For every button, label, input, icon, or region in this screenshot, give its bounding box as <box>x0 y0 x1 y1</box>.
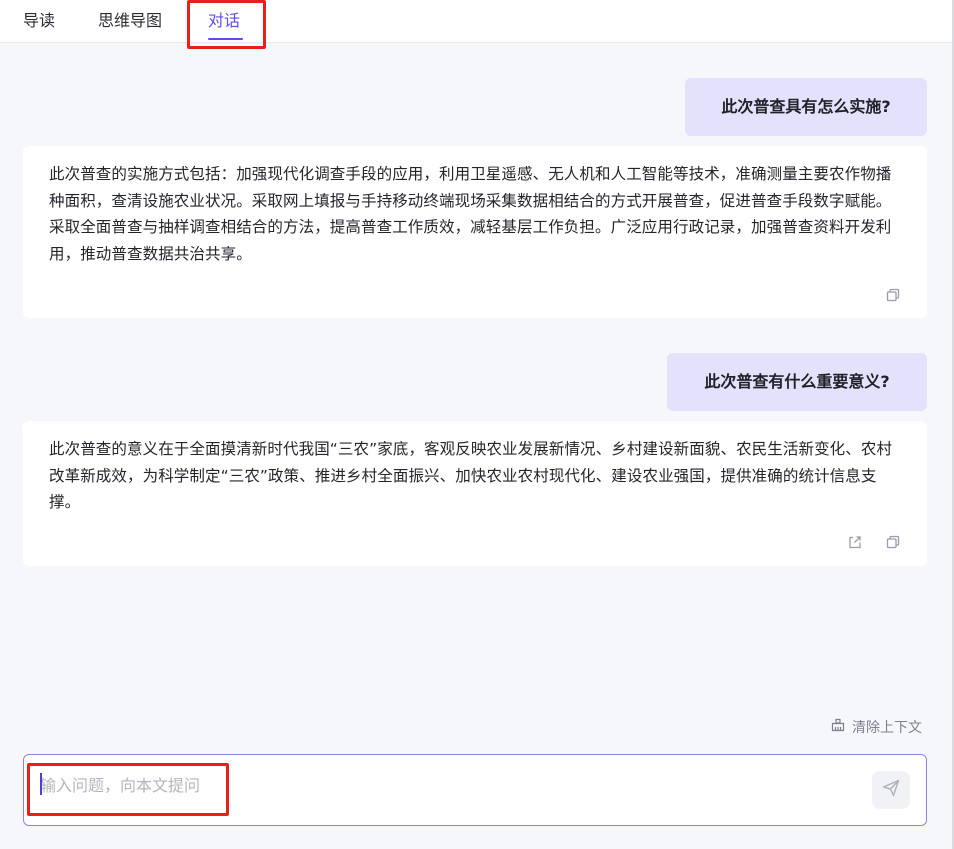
user-question: 此次普查有什么重要意义? <box>667 353 927 411</box>
question-input-box <box>23 754 927 826</box>
user-question: 此次普查具有怎么实施? <box>685 78 927 136</box>
text-caret <box>40 773 42 795</box>
tab-guide[interactable]: 导读 <box>23 0 55 42</box>
active-tab-indicator <box>208 38 243 40</box>
copy-icon[interactable] <box>885 534 901 550</box>
question-text: 此次普查有什么重要意义? <box>704 372 890 391</box>
share-icon[interactable] <box>847 534 863 550</box>
broom-icon <box>830 717 846 737</box>
send-button[interactable] <box>872 771 910 809</box>
answer-text: 此次普查的意义在于全面摸清新时代我国“三农”家底，客观反映农业发展新情况、乡村建… <box>49 440 893 511</box>
tab-bar: 导读 思维导图 对话 <box>0 0 954 43</box>
question-text: 此次普查具有怎么实施? <box>721 97 891 116</box>
clear-context-label: 清除上下文 <box>852 720 922 736</box>
send-icon <box>881 778 901 802</box>
assistant-answer: 此次普查的意义在于全面摸清新时代我国“三农”家底，客观反映农业发展新情况、乡村建… <box>23 421 927 566</box>
tab-chat[interactable]: 对话 <box>208 0 240 42</box>
tab-mindmap[interactable]: 思维导图 <box>98 0 162 42</box>
copy-icon[interactable] <box>885 287 901 303</box>
question-input[interactable] <box>40 771 860 799</box>
clear-context-button[interactable]: 清除上下文 <box>830 716 922 738</box>
answer-text: 此次普查的实施方式包括：加强现代化调查手段的应用，利用卫星遥感、无人机和人工智能… <box>49 165 892 263</box>
assistant-answer: 此次普查的实施方式包括：加强现代化调查手段的应用，利用卫星遥感、无人机和人工智能… <box>23 146 927 318</box>
